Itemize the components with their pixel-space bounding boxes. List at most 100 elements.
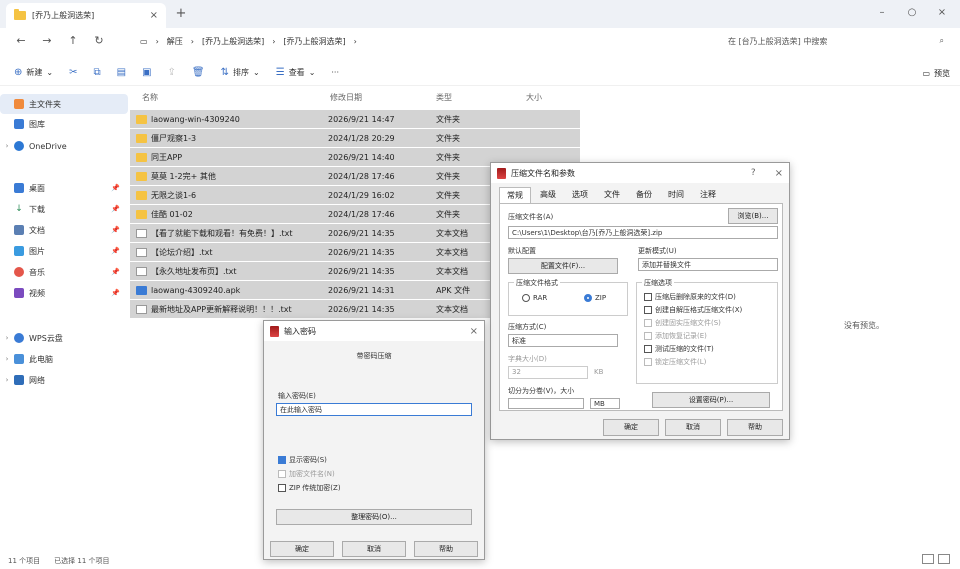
option-lock[interactable]: 锁定压缩文件(L) bbox=[644, 357, 706, 367]
option-recovery[interactable]: 添加恢复记录(E) bbox=[644, 331, 707, 341]
sidebar-item-label: 音乐 bbox=[29, 267, 45, 277]
tab-comment[interactable]: 注释 bbox=[693, 187, 723, 203]
table-row[interactable]: 僵尸观察1-3 2024/1/28 20:29 文件夹 bbox=[130, 129, 580, 147]
encrypt-names-checkbox[interactable]: 加密文件名(N) bbox=[278, 469, 335, 479]
sidebar-item-music[interactable]: 音乐 📌 bbox=[0, 262, 128, 282]
help-button[interactable]: 帮助 bbox=[727, 419, 783, 436]
column-header-name[interactable]: 名称 bbox=[142, 88, 158, 106]
checkbox-icon bbox=[644, 293, 652, 301]
details-view-icon[interactable] bbox=[922, 554, 934, 564]
breadcrumb-item[interactable]: [乔乃上般洞选荣] bbox=[202, 36, 264, 47]
close-icon[interactable]: × bbox=[470, 326, 478, 337]
new-tab-button[interactable]: + bbox=[172, 5, 190, 23]
chevron-right-icon[interactable]: › bbox=[0, 355, 14, 363]
gallery-icon bbox=[14, 119, 24, 129]
share-button[interactable]: ⇪ bbox=[162, 62, 182, 84]
minimize-button[interactable]: – bbox=[868, 4, 896, 22]
new-button[interactable]: ⊕ 新建 ⌄ bbox=[8, 62, 59, 84]
tab-current[interactable]: [乔乃上般洞选荣] × bbox=[6, 3, 166, 28]
back-button[interactable]: ← bbox=[8, 31, 34, 51]
zip-legacy-checkbox[interactable]: ZIP 传统加密(Z) bbox=[278, 483, 341, 493]
archive-dialog-titlebar: 压缩文件名和参数 ? × bbox=[491, 163, 789, 183]
file-type: 文件夹 bbox=[436, 114, 460, 124]
forward-button[interactable]: → bbox=[34, 31, 60, 51]
update-mode-select[interactable]: 添加并替换文件 bbox=[638, 258, 778, 271]
options-label: 压缩选项 bbox=[642, 278, 674, 288]
set-password-button[interactable]: 设置密码(P)... bbox=[652, 392, 770, 408]
paste-button[interactable]: ▤ bbox=[111, 62, 132, 84]
breadcrumb-item[interactable]: 解压 bbox=[167, 36, 183, 47]
cut-button[interactable]: ✂ bbox=[63, 62, 83, 84]
close-window-button[interactable]: × bbox=[928, 4, 956, 22]
profiles-button[interactable]: 配置文件(F)... bbox=[508, 258, 618, 274]
sidebar-item-documents[interactable]: 文档 📌 bbox=[0, 220, 128, 240]
column-header-type[interactable]: 类型 bbox=[436, 88, 452, 106]
up-button[interactable]: ↑ bbox=[60, 31, 86, 51]
chevron-right-icon[interactable]: › bbox=[0, 142, 14, 150]
maximize-button[interactable]: ○ bbox=[898, 4, 926, 22]
copy-button[interactable]: ⧉ bbox=[87, 62, 106, 84]
tab-files[interactable]: 文件 bbox=[597, 187, 627, 203]
sidebar-item-desktop[interactable]: 桌面 📌 bbox=[0, 178, 128, 198]
split-size-field[interactable] bbox=[508, 398, 584, 409]
search-input[interactable]: 在 [台乃上般洞选荣] 中搜索 ⌕ bbox=[720, 31, 952, 51]
password-field[interactable]: 在此输入密码 bbox=[276, 403, 472, 416]
option-test[interactable]: 测试压缩的文件(T) bbox=[644, 344, 714, 354]
rename-button[interactable]: ▣ bbox=[136, 62, 157, 84]
sidebar-item-downloads[interactable]: ↓ 下载 📌 bbox=[0, 199, 128, 219]
option-sfx[interactable]: 创建自解压格式压缩文件(X) bbox=[644, 305, 742, 315]
tab-close-icon[interactable]: × bbox=[150, 10, 158, 21]
option-delete-after[interactable]: 压缩后删除原来的文件(D) bbox=[644, 292, 736, 302]
help-button[interactable]: 帮助 bbox=[414, 541, 478, 557]
table-row[interactable]: laowang-win-4309240 2026/9/21 14:47 文件夹 bbox=[130, 110, 580, 128]
winrar-icon bbox=[270, 325, 279, 337]
chevron-right-icon[interactable]: › bbox=[0, 334, 14, 342]
tab-backup[interactable]: 备份 bbox=[629, 187, 659, 203]
breadcrumb-item[interactable]: [乔乃上般洞选荣] bbox=[283, 36, 345, 47]
organize-passwords-button[interactable]: 整理密码(O)... bbox=[276, 509, 472, 525]
sort-button[interactable]: ⇅ 排序 ⌄ bbox=[215, 62, 266, 84]
tab-options[interactable]: 选项 bbox=[565, 187, 595, 203]
tab-general[interactable]: 常规 bbox=[499, 187, 531, 203]
sidebar-item-home[interactable]: 主文件夹 bbox=[0, 94, 128, 114]
chevron-right-icon[interactable]: › bbox=[0, 376, 14, 384]
sidebar-item-pictures[interactable]: 图片 📌 bbox=[0, 241, 128, 261]
more-button[interactable]: ··· bbox=[325, 62, 345, 84]
show-password-checkbox[interactable]: 显示密码(S) bbox=[278, 455, 327, 465]
update-mode-label: 更新模式(U) bbox=[638, 247, 677, 255]
sidebar-item-network[interactable]: › 网络 bbox=[0, 370, 128, 390]
browse-button[interactable]: 浏览(B)... bbox=[728, 208, 778, 224]
rename-icon: ▣ bbox=[142, 67, 152, 78]
sidebar-item-videos[interactable]: 视频 📌 bbox=[0, 283, 128, 303]
column-header-date[interactable]: 修改日期 bbox=[330, 88, 362, 106]
option-solid[interactable]: 创建固实压缩文件(S) bbox=[644, 318, 721, 328]
dict-select[interactable]: 32 bbox=[508, 366, 588, 379]
close-icon[interactable]: × bbox=[775, 168, 783, 179]
sidebar-item-wps[interactable]: › WPS云盘 bbox=[0, 328, 128, 348]
archive-name-field[interactable]: C:\Users\1\Desktop\台乃[乔乃上般洞选荣].zip bbox=[508, 226, 778, 239]
tab-advanced[interactable]: 高级 bbox=[533, 187, 563, 203]
sidebar-item-label: 主文件夹 bbox=[29, 99, 61, 109]
sidebar-item-this-pc[interactable]: › 此电脑 bbox=[0, 349, 128, 369]
cancel-button[interactable]: 取消 bbox=[342, 541, 406, 557]
help-icon[interactable]: ? bbox=[751, 168, 756, 178]
delete-button[interactable]: 🗑 bbox=[186, 62, 211, 84]
cancel-button[interactable]: 取消 bbox=[665, 419, 721, 436]
format-rar-radio[interactable]: RAR bbox=[522, 294, 547, 302]
refresh-button[interactable]: ↻ bbox=[86, 31, 112, 51]
tiles-view-icon[interactable] bbox=[938, 554, 950, 564]
details-pane-button[interactable]: ▭ 预览 bbox=[922, 63, 950, 83]
tab-time[interactable]: 时间 bbox=[661, 187, 691, 203]
file-date: 2026/9/21 14:35 bbox=[328, 304, 395, 314]
file-name: 同王APP bbox=[151, 152, 183, 162]
file-name: laowang-4309240.apk bbox=[151, 285, 241, 295]
method-select[interactable]: 标准 bbox=[508, 334, 618, 347]
format-zip-radio[interactable]: ZIP bbox=[584, 294, 606, 302]
sidebar-item-gallery[interactable]: 图库 bbox=[0, 114, 128, 134]
column-header-size[interactable]: 大小 bbox=[526, 88, 542, 106]
sidebar-item-onedrive[interactable]: › OneDrive bbox=[0, 136, 128, 156]
ok-button[interactable]: 确定 bbox=[603, 419, 659, 436]
view-button[interactable]: ☰ 查看 ⌄ bbox=[270, 62, 322, 84]
split-unit-select[interactable]: MB bbox=[590, 398, 620, 409]
ok-button[interactable]: 确定 bbox=[270, 541, 334, 557]
